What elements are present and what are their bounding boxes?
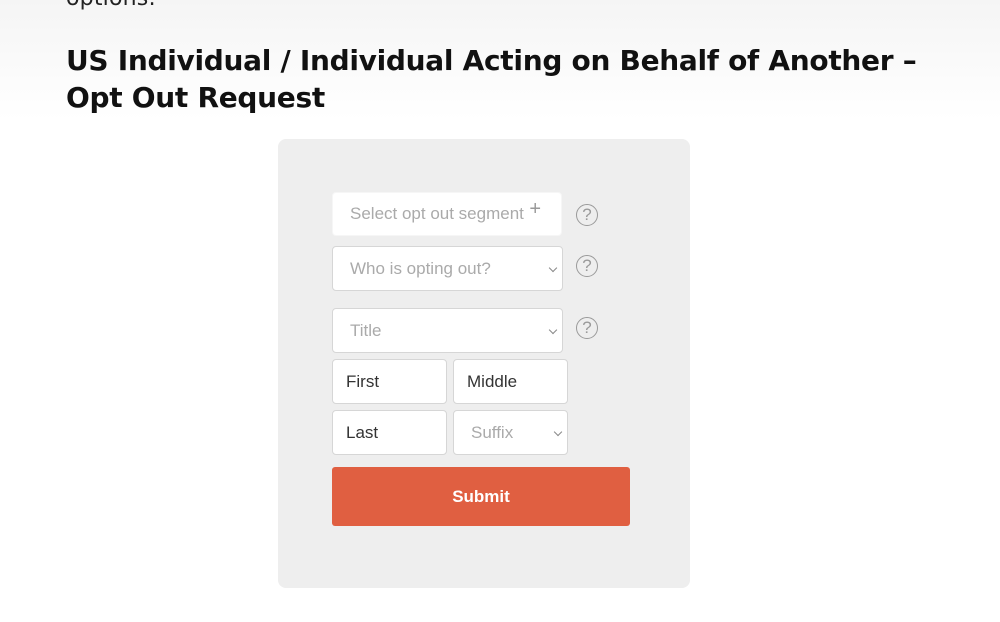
opt-out-segment-select[interactable]: Select opt out segment + — [332, 192, 562, 236]
chevron-down-icon — [548, 325, 558, 334]
opt-out-segment-placeholder: Select opt out segment — [350, 204, 524, 223]
help-icon[interactable]: ? — [576, 255, 598, 277]
who-is-opting-out-placeholder: Who is opting out? — [350, 258, 491, 278]
intro-text: options: — [66, 0, 156, 11]
chevron-down-icon — [548, 263, 558, 272]
help-icon[interactable]: ? — [576, 317, 598, 339]
first-name-input[interactable]: First — [332, 359, 447, 404]
suffix-placeholder: Suffix — [471, 422, 514, 442]
title-placeholder: Title — [350, 320, 382, 340]
page-title: US Individual / Individual Acting on Beh… — [66, 44, 917, 114]
middle-name-value: Middle — [467, 371, 518, 391]
last-name-input[interactable]: Last — [332, 410, 447, 455]
submit-button[interactable]: Submit — [332, 467, 630, 526]
plus-icon: + — [529, 198, 541, 220]
title-select[interactable]: Title — [332, 308, 563, 353]
first-name-value: First — [346, 371, 380, 391]
help-icon[interactable]: ? — [576, 204, 598, 226]
who-is-opting-out-select[interactable]: Who is opting out? — [332, 246, 563, 291]
suffix-select[interactable]: Suffix — [453, 410, 568, 455]
middle-name-input[interactable]: Middle — [453, 359, 568, 404]
chevron-down-icon — [553, 427, 563, 436]
last-name-value: Last — [346, 422, 379, 442]
